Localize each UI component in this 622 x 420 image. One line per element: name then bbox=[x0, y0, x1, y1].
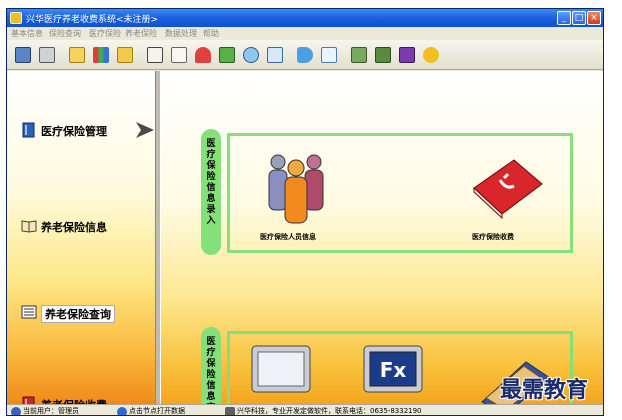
book-blue-icon bbox=[22, 122, 35, 138]
menu-medical-insurance[interactable]: 医疗保险 bbox=[89, 28, 121, 39]
monitor-icon[interactable] bbox=[11, 43, 33, 65]
menu-data-processing[interactable]: 数据处理 bbox=[165, 28, 197, 39]
status-bar: 当前用户：管理员 点击节点打开数据 兴华科技，专业开发定做软件，联系电话：063… bbox=[7, 404, 603, 415]
ledger-icon bbox=[21, 305, 37, 319]
note-icon[interactable] bbox=[317, 43, 339, 65]
status-text: 兴华科技，专业开发定做软件，联系电话：0635-8332190 bbox=[237, 407, 422, 415]
nav-label: 养老保险查询 bbox=[41, 305, 115, 323]
status-text: 当前用户：管理员 bbox=[23, 407, 79, 415]
nav-item-pension-info[interactable]: 养老保险信息 bbox=[21, 217, 151, 235]
svg-text:Fx: Fx bbox=[380, 358, 407, 382]
section-tab-label: 医疗保险信息录入 bbox=[206, 139, 216, 226]
title-bar[interactable]: 兴华医疗养老收费系统<未注册> _ □ × bbox=[7, 9, 603, 27]
pencil-icon[interactable] bbox=[371, 43, 393, 65]
picture-icon[interactable] bbox=[347, 43, 369, 65]
close-button[interactable]: × bbox=[587, 11, 601, 25]
horn-icon[interactable] bbox=[293, 43, 315, 65]
module-query-monitor[interactable] bbox=[250, 344, 320, 404]
module-query-fx[interactable]: Fx bbox=[362, 344, 432, 404]
user-icon bbox=[11, 407, 21, 415]
arrow-right-icon bbox=[136, 122, 154, 138]
menu-insurance-query[interactable]: 保险查询 bbox=[49, 28, 81, 39]
nav-item-pension-query[interactable]: 养老保险查询 bbox=[21, 303, 151, 323]
window-title: 兴华医疗养老收费系统<未注册> bbox=[26, 15, 159, 25]
module-medical-fee[interactable]: 医疗保险收费 bbox=[460, 150, 560, 246]
section-box-medical-entry: 医疗保险人员信息 医疗保险收费 bbox=[227, 133, 573, 253]
app-icon bbox=[10, 12, 22, 24]
folder-open-icon[interactable] bbox=[113, 43, 135, 65]
fx-monitor-icon: Fx bbox=[363, 345, 423, 393]
monitor-icon bbox=[251, 345, 311, 393]
book-open-icon bbox=[21, 220, 37, 233]
menu-basic-info[interactable]: 基本信息 bbox=[11, 28, 43, 39]
colored-blocks-icon[interactable] bbox=[89, 43, 111, 65]
brush-icon[interactable] bbox=[263, 43, 285, 65]
menu-bar: 基本信息 保险查询 医疗保险 养老保险 数据处理 帮助 bbox=[7, 27, 603, 40]
module-medical-personnel[interactable]: 医疗保险人员信息 bbox=[250, 150, 360, 246]
status-hint: 点击节点打开数据 bbox=[117, 406, 217, 415]
maximize-button[interactable]: □ bbox=[572, 11, 586, 25]
nav-label: 医疗保险管理 bbox=[41, 125, 107, 138]
status-company: 兴华科技，专业开发定做软件，联系电话：0635-8332190 bbox=[225, 406, 485, 415]
toolbar bbox=[7, 40, 603, 70]
section-tab-label: 医疗保险信息查询 bbox=[206, 337, 216, 404]
status-current-user: 当前用户：管理员 bbox=[11, 406, 111, 415]
app-window: 兴华医疗养老收费系统<未注册> _ □ × 基本信息 保险查询 医疗保险 养老保… bbox=[6, 8, 604, 416]
company-icon bbox=[225, 407, 235, 415]
document-edit-icon[interactable] bbox=[143, 43, 165, 65]
minimize-button[interactable]: _ bbox=[557, 11, 571, 25]
menu-help[interactable]: 帮助 bbox=[203, 28, 219, 39]
left-nav-panel: 医疗保险管理 养老保险信息 养老保险查询 bbox=[7, 71, 155, 412]
nav-item-medical-management[interactable]: 医疗保险管理 bbox=[21, 121, 154, 139]
red-book-icon bbox=[473, 159, 543, 220]
book-icon[interactable] bbox=[215, 43, 237, 65]
umbrella-icon[interactable] bbox=[191, 43, 213, 65]
module-label: 医疗保险收费 bbox=[472, 233, 514, 241]
printer-icon[interactable] bbox=[35, 43, 57, 65]
people-group-icon bbox=[268, 154, 324, 224]
status-text: 点击节点打开数据 bbox=[129, 407, 185, 415]
document-write-icon[interactable] bbox=[167, 43, 189, 65]
nav-label: 养老保险信息 bbox=[41, 221, 107, 234]
folder-icon[interactable] bbox=[65, 43, 87, 65]
section-tab-medical-entry[interactable]: 医疗保险信息录入 bbox=[201, 129, 221, 255]
main-area: 医疗保险信息录入 医疗保险人员信息 医疗保险收费 医疗保险信息 Fx bbox=[161, 71, 603, 404]
magnifier-icon[interactable] bbox=[239, 43, 261, 65]
runner-icon[interactable] bbox=[419, 43, 441, 65]
section-tab-medical-query[interactable]: 医疗保险信息查询 bbox=[201, 327, 221, 404]
info-icon bbox=[117, 407, 127, 415]
module-label: 医疗保险人员信息 bbox=[260, 233, 316, 241]
help-book-icon[interactable] bbox=[395, 43, 417, 65]
watermark-logo: 最需教育 bbox=[500, 378, 589, 403]
menu-pension-insurance[interactable]: 养老保险 bbox=[125, 28, 157, 39]
